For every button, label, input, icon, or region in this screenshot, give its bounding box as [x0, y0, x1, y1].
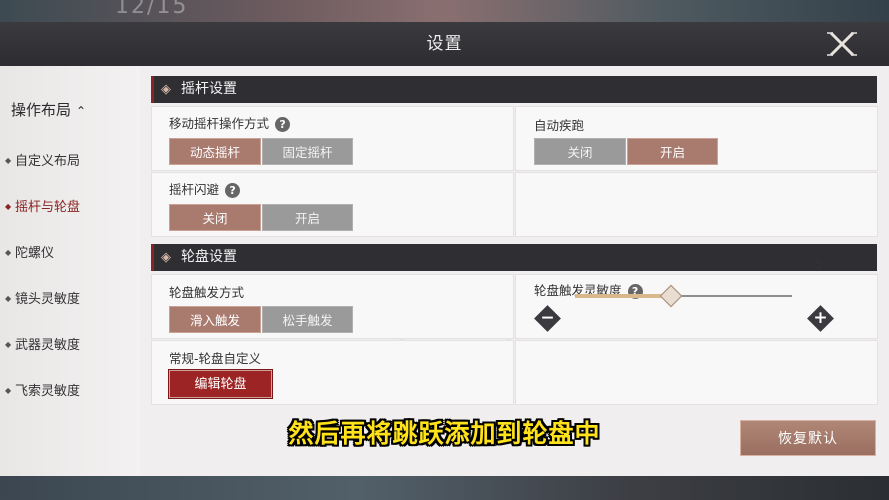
- sidebar-section-label: 操作布局: [11, 101, 72, 119]
- close-icon[interactable]: [825, 30, 859, 58]
- bullet-icon: ◆: [5, 156, 12, 165]
- game-background-top: 12/15: [0, 0, 889, 22]
- option-slide-trigger[interactable]: 滑入触发: [169, 306, 261, 333]
- section-wheel-settings: ◈ 轮盘设置: [151, 244, 877, 271]
- bullet-icon: ◆: [5, 248, 12, 257]
- game-background-bottom: [0, 476, 889, 500]
- help-icon[interactable]: ?: [225, 183, 241, 198]
- sidebar-item-custom-layout[interactable]: ◆ 自定义布局: [5, 150, 80, 169]
- sensitivity-slider-fill: [575, 294, 671, 298]
- bullet-icon: ◆: [5, 294, 12, 303]
- auto-sprint-label: 自动疾跑: [534, 118, 585, 133]
- sidebar-item-weapon-sensitivity[interactable]: ◆ 武器灵敏度: [5, 334, 80, 353]
- plus-icon[interactable]: +: [807, 305, 834, 332]
- setting-cell-empty-2: [515, 340, 878, 405]
- section-title: 轮盘设置: [181, 249, 237, 265]
- bullet-icon: ◆: [5, 340, 12, 349]
- chevron-up-icon: ⌃: [76, 104, 87, 118]
- minus-icon[interactable]: −: [534, 305, 561, 332]
- section-joystick-settings: ◈ 摇杆设置: [151, 76, 877, 103]
- option-dodge-off[interactable]: 关闭: [169, 204, 261, 231]
- sidebar-item-label: 飞索灵敏度: [15, 384, 81, 399]
- page-title: 设置: [426, 34, 463, 54]
- help-icon[interactable]: ?: [275, 117, 291, 132]
- move-mode-label: 移动摇杆操作方式?: [169, 113, 291, 132]
- sidebar-item-label: 武器灵敏度: [15, 338, 81, 353]
- option-auto-sprint-off[interactable]: 关闭: [534, 138, 626, 165]
- diamond-icon: ◈: [161, 250, 171, 265]
- option-fixed-joystick[interactable]: 固定摇杆: [262, 138, 353, 165]
- bullet-icon: ◆: [5, 386, 12, 395]
- background-counter: 12/15: [115, 0, 189, 19]
- option-release-trigger[interactable]: 松手触发: [262, 306, 353, 333]
- option-dodge-on[interactable]: 开启: [262, 204, 353, 231]
- section-title: 摇杆设置: [181, 81, 237, 97]
- option-auto-sprint-on[interactable]: 开启: [627, 138, 718, 165]
- trigger-mode-label: 轮盘触发方式: [169, 285, 245, 300]
- sidebar-section-operation-layout[interactable]: 操作布局 ⌃: [11, 99, 86, 120]
- diamond-icon: ◈: [161, 82, 171, 97]
- sidebar-item-gyroscope[interactable]: ◆ 陀螺仪: [5, 242, 54, 261]
- sidebar-item-label: 自定义布局: [15, 154, 81, 169]
- sidebar-item-label: 摇杆与轮盘: [15, 200, 81, 215]
- bullet-icon: ◆: [5, 202, 12, 211]
- settings-header: 设置: [0, 22, 889, 66]
- sidebar-item-label: 镜头灵敏度: [15, 292, 81, 307]
- sidebar-item-joystick-wheel[interactable]: ◆ 摇杆与轮盘: [5, 196, 80, 215]
- dodge-label: 摇杆闪避?: [169, 179, 241, 198]
- custom-wheel-label: 常规-轮盘自定义: [169, 351, 262, 366]
- video-subtitle: 然后再将跳跃添加到轮盘中: [288, 419, 601, 448]
- sidebar-item-label: 陀螺仪: [15, 246, 55, 261]
- sidebar-item-camera-sensitivity[interactable]: ◆ 镜头灵敏度: [5, 288, 80, 307]
- option-dynamic-joystick[interactable]: 动态摇杆: [169, 138, 261, 165]
- setting-cell-empty: [515, 172, 878, 237]
- edit-wheel-button[interactable]: 编辑轮盘: [169, 370, 272, 398]
- sensitivity-value: 5: [815, 258, 824, 273]
- sidebar-item-grapple-sensitivity[interactable]: ◆ 飞索灵敏度: [5, 380, 80, 399]
